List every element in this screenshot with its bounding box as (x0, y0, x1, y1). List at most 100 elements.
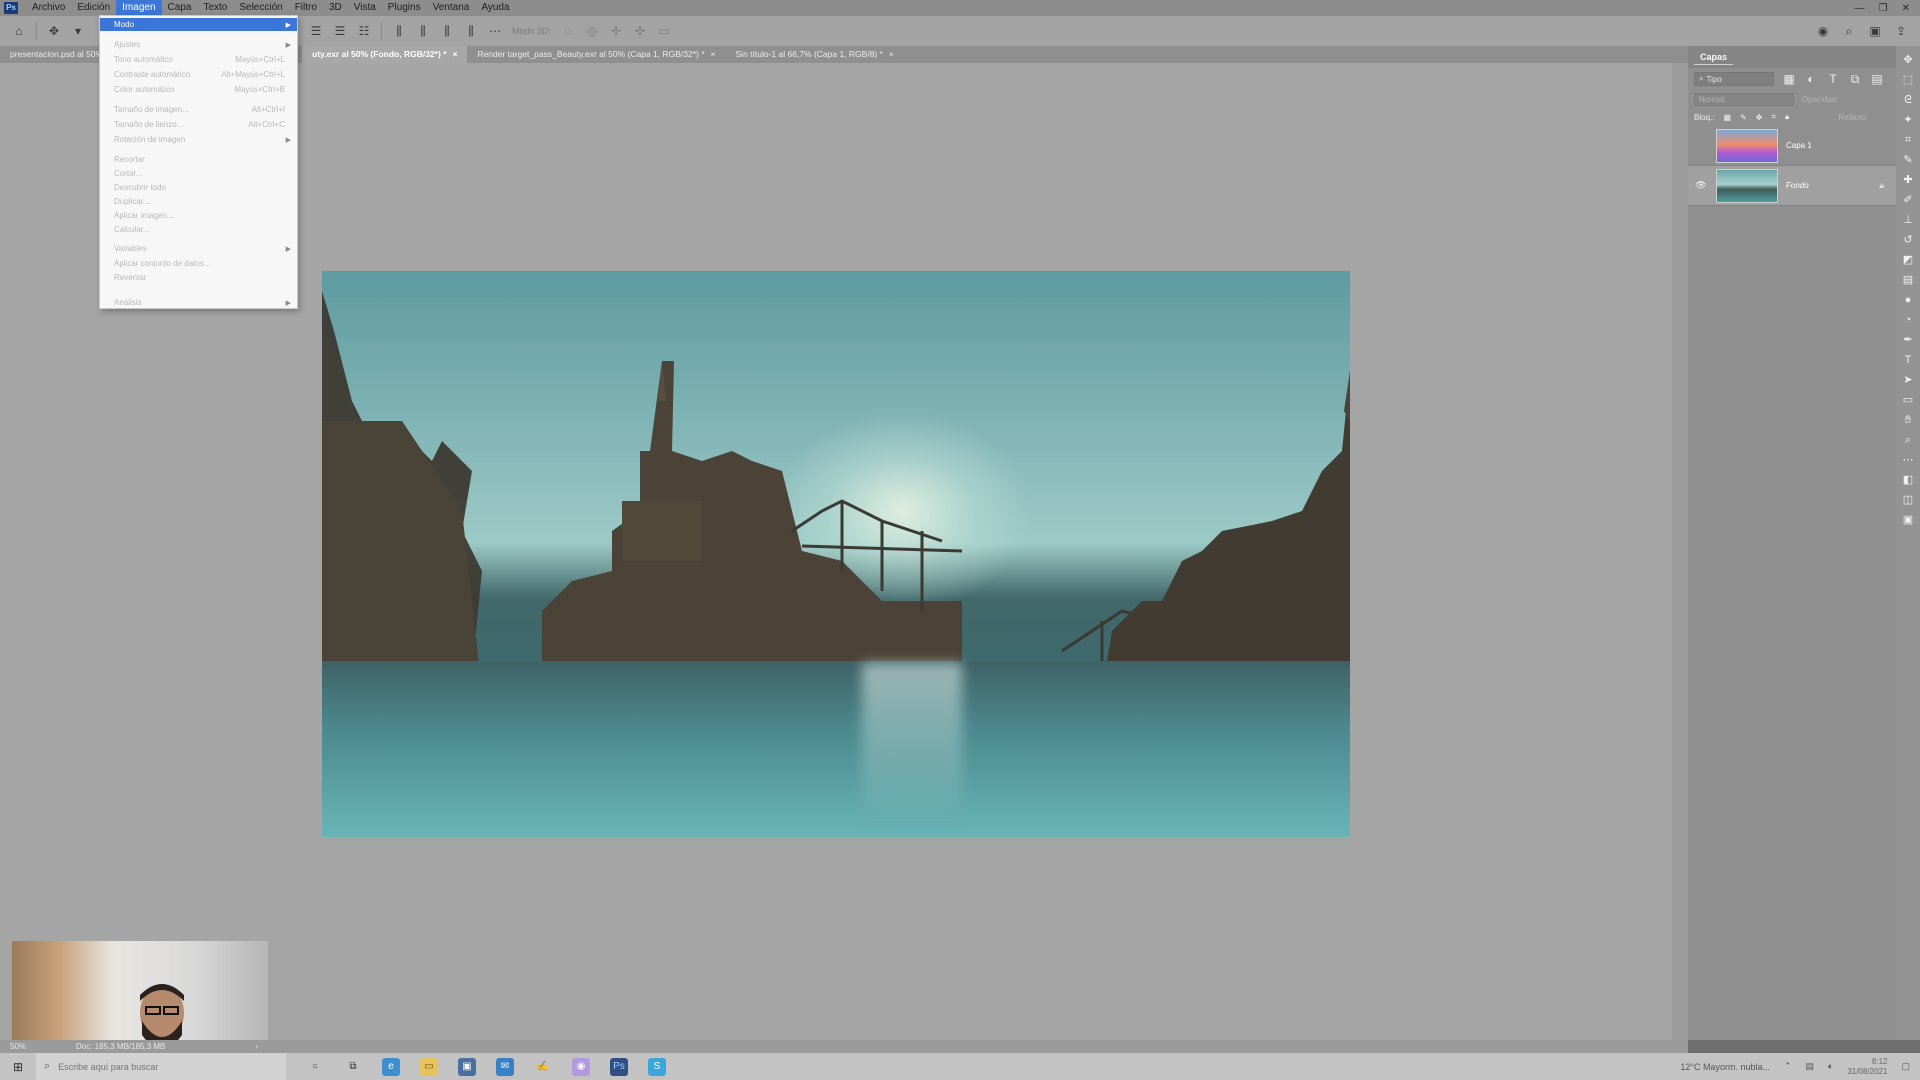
menu-ventana[interactable]: Ventana (427, 0, 476, 16)
marquee-tool-icon[interactable]: ⬚ (1900, 72, 1916, 88)
layer-filter-select[interactable]: ⌕ Tipo (1694, 72, 1774, 86)
menu-item[interactable]: Tono automático Mayús+Ctrl+L (100, 53, 297, 66)
task-view-icon[interactable]: ⧉ (344, 1058, 362, 1076)
menu-item[interactable]: Modo ▶ (100, 18, 297, 31)
store-icon[interactable]: ▣ (458, 1057, 476, 1076)
lock-paint-icon[interactable]: ✎ (1740, 113, 1747, 122)
dodge-tool-icon[interactable]: ◔ (1900, 312, 1916, 328)
brush-tool-icon[interactable]: ✐ (1900, 192, 1916, 208)
menu-filtro[interactable]: Filtro (289, 0, 323, 16)
zoom-tool-icon[interactable]: ⌕ (1900, 432, 1916, 448)
close-icon[interactable]: ✕ (1902, 3, 1910, 14)
move-tool-icon[interactable]: ✥ (1900, 52, 1916, 68)
lasso-tool-icon[interactable]: ᘓ (1900, 92, 1916, 108)
blend-mode-select[interactable]: Normal (1694, 92, 1794, 106)
close-tab-icon[interactable]: × (711, 49, 716, 59)
lock-position-icon[interactable]: ✥ (1756, 113, 1763, 122)
menu-item[interactable]: Descubrir todo (100, 181, 297, 194)
eraser-tool-icon[interactable]: ◩ (1900, 252, 1916, 268)
tab-capas[interactable]: Capas (1694, 50, 1734, 65)
cortana-icon[interactable]: ○ (306, 1058, 324, 1076)
export-icon[interactable]: ⇪ (1894, 24, 1908, 38)
lock-artboard-icon[interactable]: ⌗ (1771, 112, 1776, 122)
lock-all-icon[interactable]: 🔒︎ (1785, 112, 1789, 122)
eyedropper-tool-icon[interactable]: ✎ (1900, 152, 1916, 168)
file-explorer-icon[interactable]: ▭ (420, 1057, 438, 1076)
minimize-icon[interactable]: — (1855, 3, 1865, 14)
menu-item[interactable]: Color automático Mayús+Ctrl+B (100, 83, 297, 96)
menu-item[interactable]: Cortar... (100, 167, 297, 180)
rectangle-tool-icon[interactable]: ▭ (1900, 392, 1916, 408)
more-options-icon[interactable]: ⋯ (488, 24, 502, 38)
menu-archivo[interactable]: Archivo (26, 0, 71, 16)
orbit-3d-icon[interactable]: ◌ (561, 24, 575, 38)
distribute-icon[interactable]: ☷ (357, 24, 371, 38)
chevron-down-icon[interactable]: ▾ (71, 24, 85, 38)
align-center-icon[interactable]: ☰ (309, 24, 323, 38)
document-canvas[interactable] (322, 271, 1350, 837)
layer-row-fondo[interactable]: 👁︎ Fondo 🔒︎ (1688, 166, 1896, 206)
align-top-icon[interactable]: ⫼ (392, 24, 406, 38)
notifications-icon[interactable]: ▢ (1901, 1061, 1910, 1072)
edge-icon[interactable]: e (382, 1057, 400, 1076)
menu-vista[interactable]: Vista (348, 0, 382, 16)
filter-pixel-icon[interactable]: ▦ (1782, 72, 1796, 86)
history-brush-tool-icon[interactable]: ↺ (1900, 232, 1916, 248)
pen-tool-icon[interactable]: ✒ (1900, 332, 1916, 348)
menu-ayuda[interactable]: Ayuda (475, 0, 515, 16)
filter-adjustment-icon[interactable]: ◐ (1804, 72, 1818, 86)
slide-3d-icon[interactable]: ✣ (633, 24, 647, 38)
skype-icon[interactable]: S (648, 1057, 666, 1076)
align-bottom-icon[interactable]: ⫼ (440, 24, 454, 38)
taskbar-search[interactable]: ⌕ (36, 1053, 286, 1080)
lock-transparency-icon[interactable]: ▦ (1723, 113, 1731, 122)
search-icon[interactable]: ⌕ (1842, 24, 1856, 38)
menu-item[interactable]: Duplicar... (100, 195, 297, 208)
mail-icon[interactable]: ✉ (496, 1057, 514, 1076)
vertical-scrollbar[interactable] (1672, 63, 1688, 1040)
taskbar-clock[interactable]: 8:12 31/08/2021 (1847, 1057, 1887, 1077)
menu-3d[interactable]: 3D (323, 0, 348, 16)
filter-smart-icon[interactable]: ▤ (1870, 72, 1884, 86)
menu-imagen[interactable]: Imagen (116, 0, 162, 16)
menu-item[interactable]: Contraste automático Alt+Mayús+Ctrl+L (100, 68, 297, 81)
network-icon[interactable]: ▤ (1806, 1061, 1815, 1072)
menu-item[interactable]: Aplicar conjunto de datos... (100, 257, 297, 270)
align-right-icon[interactable]: ☰ (333, 24, 347, 38)
status-chevron-icon[interactable]: › (255, 1042, 258, 1051)
stamp-tool-icon[interactable]: ⊥ (1900, 212, 1916, 228)
doc-tab[interactable]: Sin título-1 al 66,7% (Capa 1, RGB/8) * × (726, 46, 904, 63)
menu-item[interactable]: Aplicar imagen... (100, 209, 297, 222)
menu-capa[interactable]: Capa (162, 0, 198, 16)
magic-wand-tool-icon[interactable]: ✦ (1900, 112, 1916, 128)
gradient-tool-icon[interactable]: ▤ (1900, 272, 1916, 288)
menu-item[interactable]: Variables ▶ (100, 242, 297, 255)
doc-tab[interactable]: Render target_pass_Beauty.exr al 50% (Ca… (467, 46, 725, 63)
layer-row-capa-1[interactable]: Capa 1 (1688, 126, 1896, 166)
move-tool-icon[interactable]: ✥ (47, 24, 61, 38)
distribute-vertical-icon[interactable]: ⫼ (464, 24, 478, 38)
pan-3d-icon[interactable]: ✢ (609, 24, 623, 38)
eye-icon[interactable]: 👁︎ (1694, 180, 1708, 191)
messenger-icon[interactable]: ◉ (572, 1057, 590, 1076)
color-swatches-icon[interactable]: ◧ (1900, 472, 1916, 488)
drawing-app-icon[interactable]: ✍ (534, 1058, 552, 1076)
filter-type-icon[interactable]: T (1826, 72, 1840, 86)
layer-name[interactable]: Fondo (1786, 181, 1871, 190)
menu-seleccion[interactable]: Selección (233, 0, 288, 16)
filter-shape-icon[interactable]: ⧉ (1848, 72, 1862, 86)
crop-tool-icon[interactable]: ⌗ (1900, 132, 1916, 148)
menu-item[interactable]: Tamaño de lienzo... Alt+Ctrl+C (100, 118, 297, 131)
quick-mask-icon[interactable]: ◫ (1900, 492, 1916, 508)
menu-item[interactable]: Ajustes ▶ (100, 38, 297, 51)
share-icon[interactable]: ◉ (1816, 24, 1830, 38)
menu-plugins[interactable]: Plugins (382, 0, 427, 16)
menu-item[interactable]: Reventar (100, 271, 297, 284)
menu-edicion[interactable]: Edición (71, 0, 116, 16)
layer-name[interactable]: Capa 1 (1786, 141, 1896, 150)
hand-tool-icon[interactable]: ✋︎ (1900, 412, 1916, 428)
more-tools-icon[interactable]: ⋯ (1900, 452, 1916, 468)
restore-icon[interactable]: ❐ (1879, 3, 1888, 14)
menu-item[interactable]: Análisis ▶ (100, 296, 297, 309)
healing-tool-icon[interactable]: ✚ (1900, 172, 1916, 188)
